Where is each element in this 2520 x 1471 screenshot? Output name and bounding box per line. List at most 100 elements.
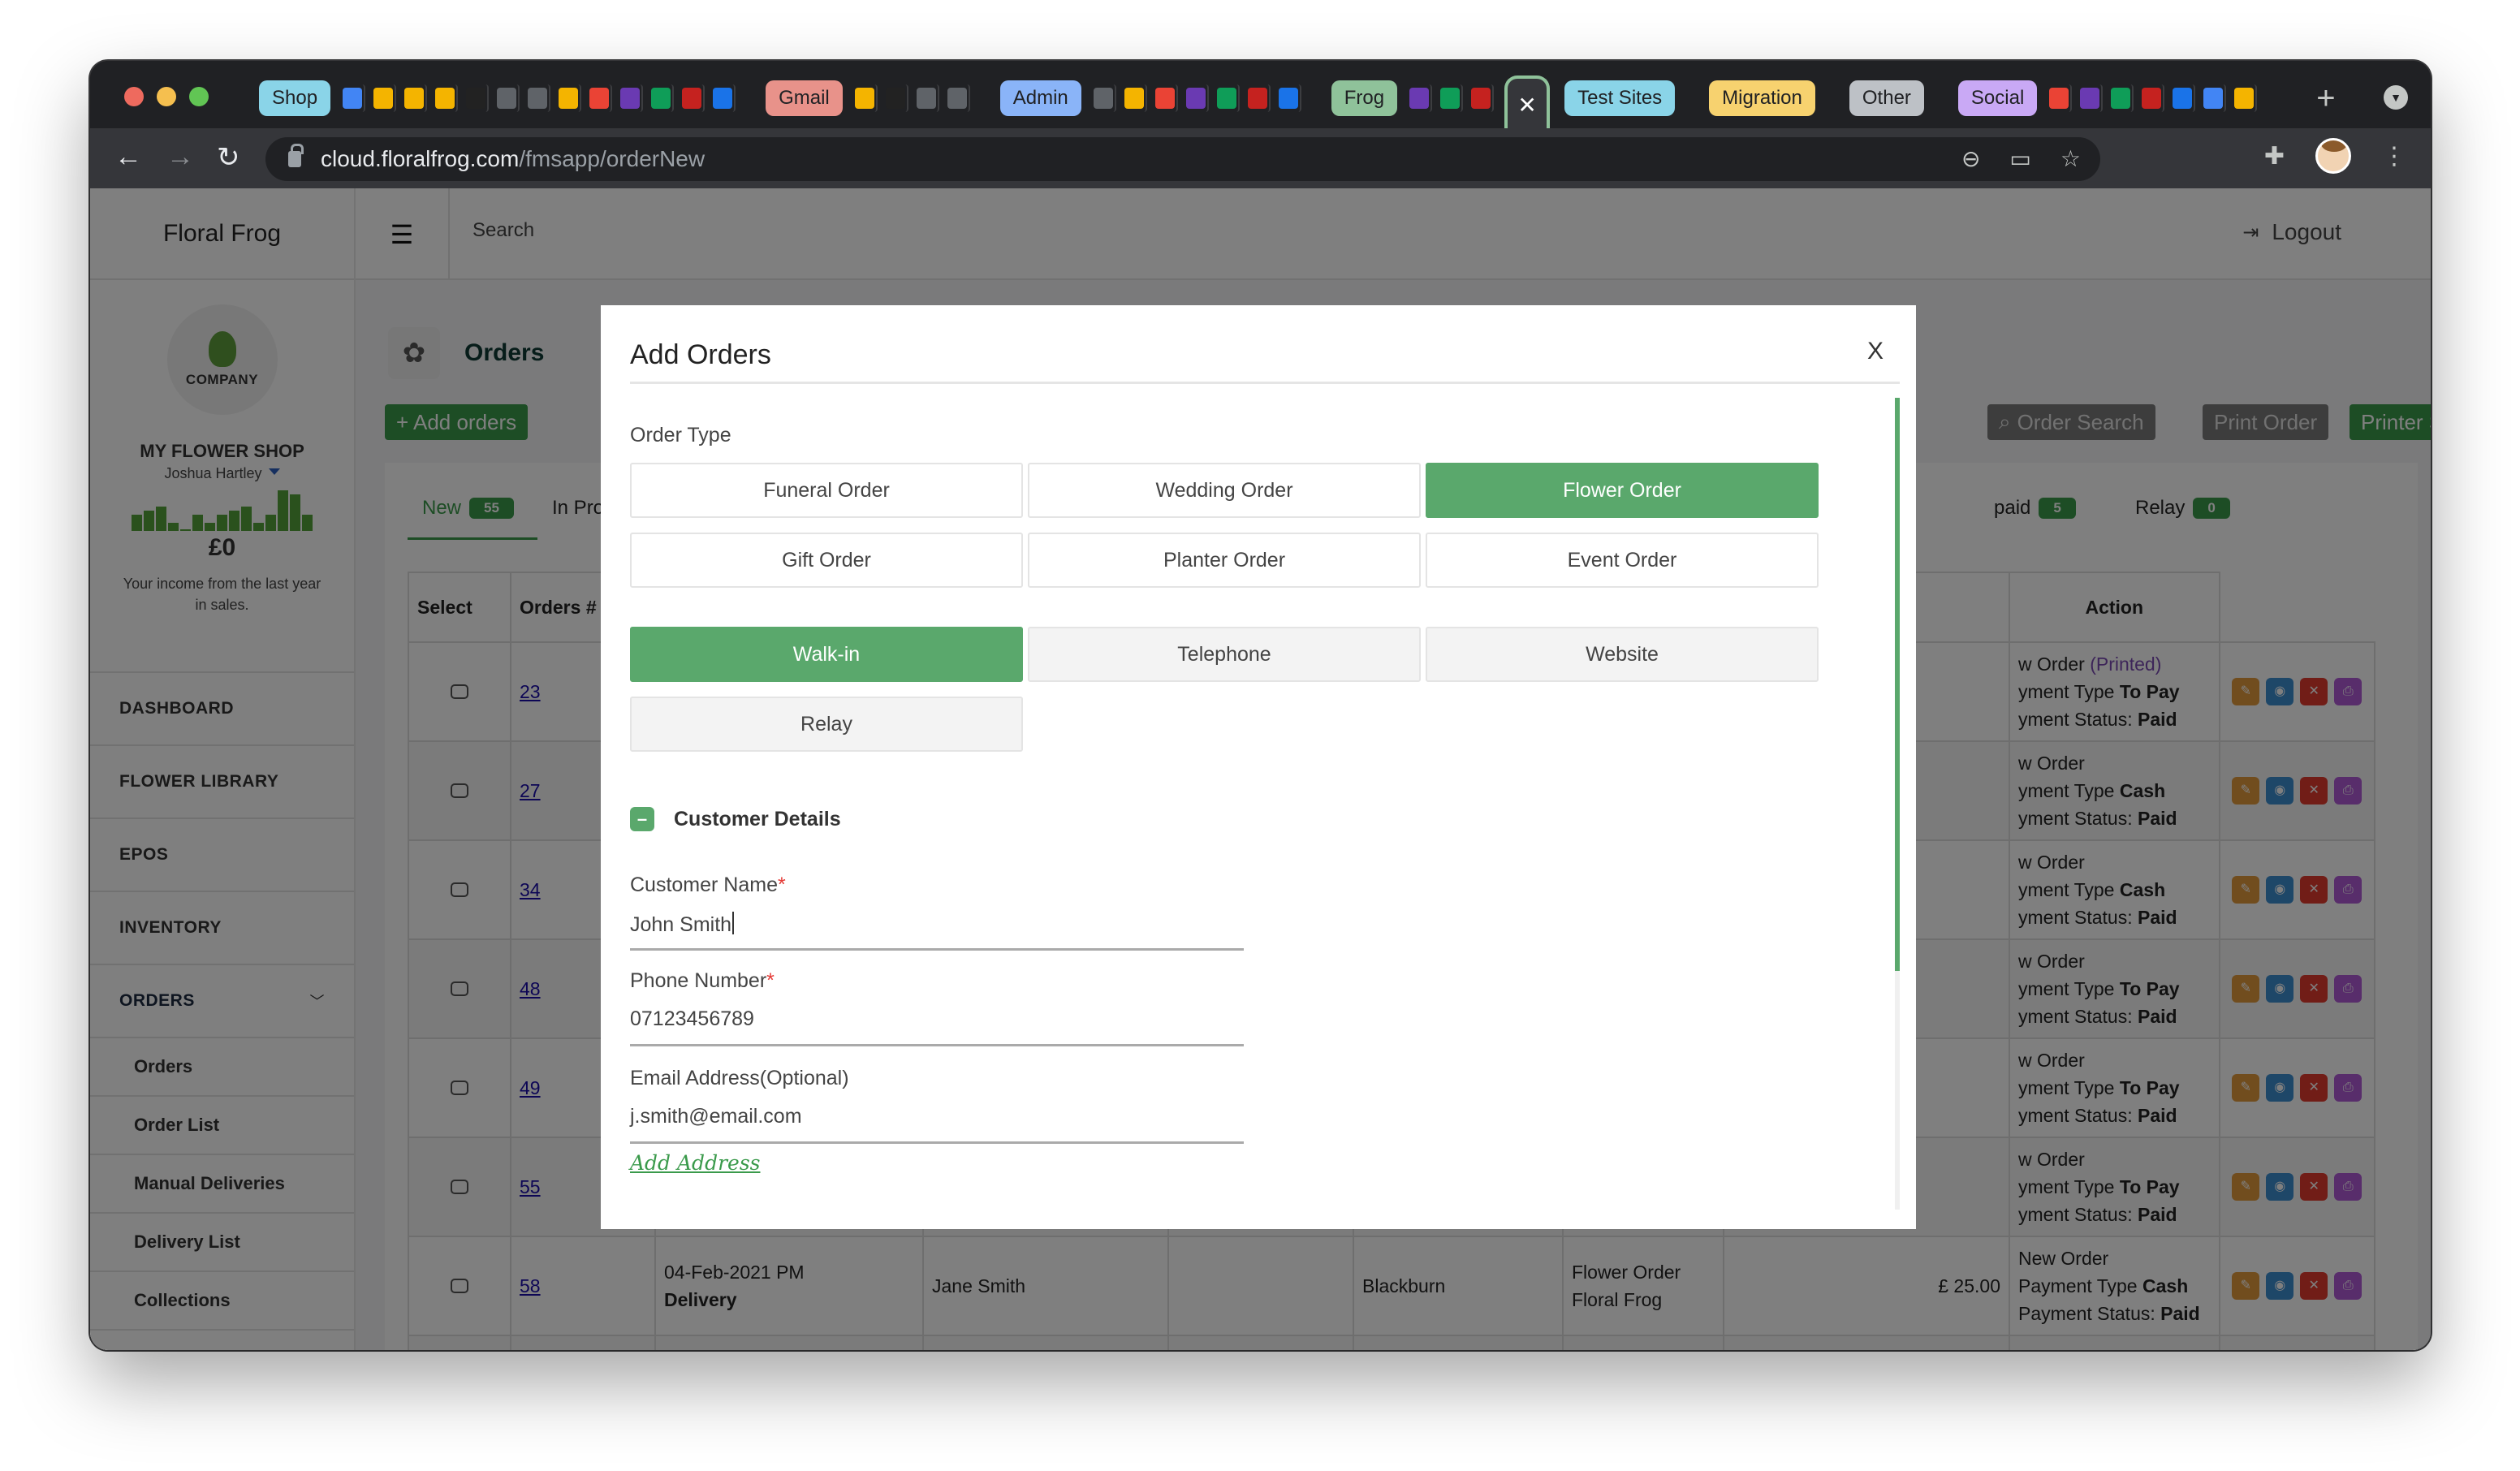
channel-relay[interactable]: Relay	[630, 697, 1023, 752]
tab-favicon-icon[interactable]	[1247, 84, 1271, 112]
tab-layout-icon[interactable]: ▭	[2009, 145, 2030, 172]
tab-favicon-icon[interactable]	[885, 84, 908, 112]
tab-favicon-icon[interactable]	[1093, 84, 1116, 112]
tab-favicon-icon[interactable]	[854, 84, 878, 112]
email-field: Email Address(Optional) j.smith@email.co…	[630, 1067, 1244, 1144]
close-modal-button[interactable]: X	[1867, 338, 1884, 365]
email-label: Email Address(Optional)	[630, 1067, 849, 1089]
tab-favicon-icon[interactable]	[1409, 84, 1433, 112]
scrollbar-thumb[interactable]	[1895, 398, 1900, 971]
customer-name-input[interactable]: John Smith	[630, 912, 1244, 951]
channel-telephone[interactable]: Telephone	[1028, 627, 1421, 682]
maximize-window-button[interactable]	[189, 87, 209, 106]
favicon-glyph-icon	[1185, 88, 1206, 109]
order-type-event[interactable]: Event Order	[1426, 533, 1819, 588]
new-tab-icon[interactable]: +	[2316, 80, 2335, 117]
bookmark-star-icon[interactable]: ☆	[2060, 145, 2081, 172]
text-cursor	[732, 912, 735, 934]
order-type-gift[interactable]: Gift Order	[630, 533, 1023, 588]
tab-favicon-icon[interactable]	[682, 84, 706, 112]
order-type-flower[interactable]: Flower Order	[1426, 463, 1819, 518]
tab-search-icon[interactable]: ▼	[2384, 85, 2408, 110]
tab-favicon-icon[interactable]	[1216, 84, 1240, 112]
favicon-glyph-icon	[1278, 88, 1298, 109]
tab-favicon-icon[interactable]	[2234, 84, 2258, 112]
url-host: cloud.floralfrog.com	[321, 146, 520, 171]
tab-favicon-icon[interactable]	[466, 84, 490, 112]
tab-favicon-icon[interactable]	[651, 84, 675, 112]
forward-icon[interactable]: →	[166, 141, 194, 173]
tab-favicon-icon[interactable]	[559, 84, 582, 112]
tab-group-migration[interactable]: Migration	[1709, 80, 1815, 116]
tab-favicon-icon[interactable]	[620, 84, 644, 112]
favicon-glyph-icon	[528, 88, 548, 109]
email-input[interactable]: j.smith@email.com	[630, 1105, 1244, 1144]
favicon-glyph-icon	[466, 88, 486, 109]
tab-group-shop[interactable]: Shop	[259, 80, 331, 116]
zoom-out-icon[interactable]: ⊖	[1961, 145, 1980, 172]
minimize-window-button[interactable]	[157, 87, 176, 106]
channel-website[interactable]: Website	[1426, 627, 1819, 682]
extensions-icon[interactable]: ✚	[2264, 142, 2285, 170]
tab-group-frog[interactable]: Frog	[1331, 80, 1398, 116]
tab-favicon-icon[interactable]	[2142, 84, 2165, 112]
tab-favicon-icon[interactable]	[528, 84, 551, 112]
tab-favicon-icon[interactable]	[1471, 84, 1495, 112]
tab-favicon-icon[interactable]	[343, 84, 366, 112]
tab-favicon-icon[interactable]	[2203, 84, 2227, 112]
tab-favicon-icon[interactable]	[1154, 84, 1178, 112]
order-type-planter[interactable]: Planter Order	[1028, 533, 1421, 588]
browser-menu-icon[interactable]: ⋮	[2382, 142, 2406, 170]
tab-favicon-icon[interactable]	[1185, 84, 1209, 112]
favicon-glyph-icon	[620, 88, 641, 109]
tab-favicon-icon[interactable]	[1440, 84, 1464, 112]
phone-number-field: Phone Number* 07123456789	[630, 969, 1244, 1046]
tab-favicon-icon[interactable]	[1278, 84, 1301, 112]
tab-group-other[interactable]: Other	[1849, 80, 1924, 116]
tab-favicon-icon[interactable]	[2173, 84, 2196, 112]
favicon-glyph-icon	[343, 88, 363, 109]
close-window-button[interactable]	[124, 87, 144, 106]
profile-avatar[interactable]	[2315, 138, 2351, 174]
favicon-glyph-icon	[1471, 88, 1491, 109]
tab-group-social[interactable]: Social	[1957, 80, 2038, 116]
favicon-glyph-icon	[682, 88, 702, 109]
favicon-glyph-icon	[1124, 88, 1144, 109]
order-type-funeral[interactable]: Funeral Order	[630, 463, 1023, 518]
reload-icon[interactable]: ↻	[217, 141, 240, 174]
tab-favicon-icon[interactable]	[916, 84, 939, 112]
tab-favicon-icon[interactable]	[373, 84, 397, 112]
tab-favicon-icon[interactable]	[1124, 84, 1147, 112]
channel-walk-in[interactable]: Walk-in	[630, 627, 1023, 682]
tab-favicon-icon[interactable]	[2049, 84, 2073, 112]
modal-divider	[630, 382, 1900, 384]
favicon-glyph-icon	[1093, 88, 1113, 109]
required-mark: *	[766, 969, 775, 992]
tab-favicon-icon[interactable]	[2080, 84, 2104, 112]
address-bar[interactable]: cloud.floralfrog.com/fmsapp/orderNew ⊖ ▭…	[265, 137, 2100, 181]
tab-favicon-icon[interactable]	[713, 84, 736, 112]
tab-group-gmail[interactable]: Gmail	[766, 80, 843, 116]
favicon-glyph-icon	[947, 88, 967, 109]
tab-favicon-icon[interactable]	[947, 84, 970, 112]
favicon-glyph-icon	[435, 88, 455, 109]
modal-scrollbar[interactable]	[1895, 398, 1900, 1210]
tab-favicon-icon[interactable]	[435, 84, 459, 112]
tab-group-admin[interactable]: Admin	[999, 80, 1081, 116]
tab-favicon-icon[interactable]	[2111, 84, 2134, 112]
active-tab-close-icon[interactable]: ✕	[1504, 75, 1551, 131]
add-orders-modal: Add Orders X Order Type Funeral Order We…	[601, 305, 1916, 1229]
collapse-icon[interactable]: –	[630, 807, 654, 831]
favicon-glyph-icon	[2080, 88, 2100, 109]
tab-favicon-icon[interactable]	[497, 84, 520, 112]
order-type-wedding[interactable]: Wedding Order	[1028, 463, 1421, 518]
phone-number-input[interactable]: 07123456789	[630, 1007, 1244, 1046]
tab-groups: Shop Gmail Admin Frog ✕ Test Sites Migration Ot…	[259, 75, 2336, 131]
tab-group-test-sites[interactable]: Test Sites	[1564, 80, 1676, 116]
url-path: /fmsapp/orderNew	[519, 146, 706, 171]
tab-favicon-icon[interactable]	[589, 84, 613, 112]
tab-favicon-icon[interactable]	[404, 84, 428, 112]
back-icon[interactable]: ←	[114, 141, 142, 173]
customer-details-header[interactable]: – Customer Details	[630, 807, 841, 831]
add-address-link[interactable]: Add Address	[630, 1151, 760, 1175]
